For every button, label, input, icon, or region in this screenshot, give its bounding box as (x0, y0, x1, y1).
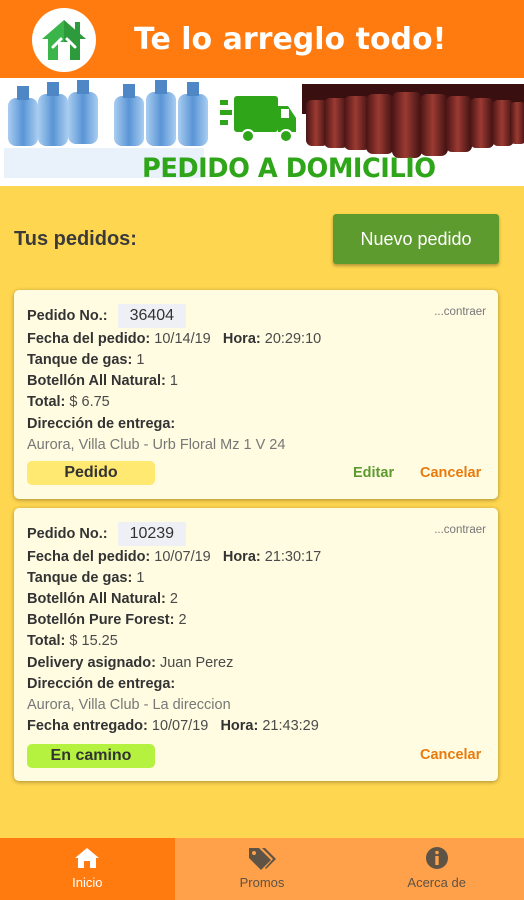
delivered-time-label: Hora: (220, 718, 259, 734)
delivery-value: Juan Perez (159, 655, 234, 671)
delivery-row: Delivery asignado: Juan Perez (27, 655, 233, 671)
nav-label: Inicio (72, 875, 103, 890)
delivered-row: Fecha entregado: 10/07/19 Hora: 21:43:29 (27, 718, 319, 734)
nav-label: Acerca de (407, 875, 466, 890)
address-label-text: Dirección de entrega: (27, 676, 176, 692)
order-number-label: Pedido No.: (27, 526, 108, 542)
order-date-value: 10/07/19 (154, 549, 211, 565)
item-label: Tanque de gas: (27, 352, 133, 368)
order-time-value: 21:30:17 (264, 549, 322, 565)
app-bar: Te lo arreglo todo! (0, 0, 524, 78)
nav-item-inicio[interactable]: Inicio (0, 838, 175, 900)
order-date-label: Fecha del pedido: (27, 331, 151, 347)
item-row: Tanque de gas: 1 (27, 570, 144, 586)
app-title: Te lo arreglo todo! (134, 22, 447, 57)
order-number-value: 10239 (117, 522, 187, 546)
nav-item-acerca[interactable]: Acerca de (349, 838, 524, 900)
order-card: Pedido No.: 36404 ...contraer Fecha del p… (14, 290, 498, 499)
cancel-button[interactable]: Cancelar (420, 465, 481, 481)
item-row: Botellón All Natural: 1 (27, 373, 178, 389)
total-label: Total: (27, 633, 66, 649)
delivered-time-value: 21:43:29 (262, 718, 319, 734)
nav-label: Promos (239, 875, 285, 890)
collapse-link[interactable]: ...contraer (434, 524, 486, 536)
address-label: Dirección de entrega: (27, 416, 175, 432)
order-time-label: Hora: (222, 549, 261, 565)
item-label: Botellón All Natural: (27, 373, 166, 389)
banner-text: PEDIDO A DOMICILIO (142, 153, 436, 184)
app-logo (32, 8, 96, 72)
bottom-nav: Inicio Promos Acerca de (0, 838, 524, 900)
home-icon (75, 848, 100, 868)
item-label: Tanque de gas: (27, 570, 133, 586)
item-row: Tanque de gas: 1 (27, 352, 144, 368)
order-date-row: Fecha del pedido: 10/07/19 Hora: 21:30:1… (27, 549, 321, 565)
tags-icon (249, 848, 276, 870)
item-row: Botellón All Natural: 2 (27, 591, 178, 607)
order-time-value: 20:29:10 (264, 331, 322, 347)
order-date-value: 10/14/19 (154, 331, 211, 347)
order-time-label: Hora: (222, 331, 261, 347)
item-qty: 2 (169, 591, 178, 607)
order-date-row: Fecha del pedido: 10/14/19 Hora: 20:29:1… (27, 331, 321, 347)
delivery-label: Delivery asignado: (27, 655, 156, 671)
info-icon (425, 847, 448, 869)
order-number-row: Pedido No.: 10239 (27, 522, 187, 546)
address-label: Dirección de entrega: (27, 676, 175, 692)
order-number-value: 36404 (117, 304, 187, 328)
order-date-label: Fecha del pedido: (27, 549, 151, 565)
nav-item-promos[interactable]: Promos (174, 838, 350, 900)
total-row: Total: $ 15.25 (27, 633, 118, 649)
item-qty: 1 (136, 570, 145, 586)
orders-heading: Tus pedidos: (14, 228, 137, 250)
delivery-banner: PEDIDO A DOMICILIO (0, 78, 524, 186)
total-label: Total: (27, 394, 66, 410)
total-value: $ 6.75 (69, 394, 110, 410)
new-order-button[interactable]: Nuevo pedido (333, 214, 499, 264)
item-label: Botellón All Natural: (27, 591, 166, 607)
truck-icon (220, 96, 296, 143)
edit-button[interactable]: Editar (353, 465, 394, 481)
item-qty: 1 (169, 373, 178, 389)
delivered-label: Fecha entregado: (27, 718, 148, 734)
order-card: Pedido No.: 10239 ...contraer Fecha del p… (14, 508, 498, 781)
item-qty: 1 (136, 352, 145, 368)
gas-cylinders (302, 84, 524, 158)
cancel-button[interactable]: Cancelar (420, 747, 481, 763)
order-number-row: Pedido No.: 36404 (27, 304, 187, 328)
address-label-text: Dirección de entrega: (27, 416, 176, 432)
total-value: $ 15.25 (69, 633, 118, 649)
collapse-link[interactable]: ...contraer (434, 306, 486, 318)
delivered-date-value: 10/07/19 (151, 718, 209, 734)
address-value: Aurora, Villa Club - Urb Floral Mz 1 V 2… (27, 437, 286, 453)
item-qty: 2 (178, 612, 187, 628)
order-number-label: Pedido No.: (27, 308, 108, 324)
total-row: Total: $ 6.75 (27, 394, 110, 410)
status-badge: En camino (27, 744, 155, 768)
item-row: Botellón Pure Forest: 2 (27, 612, 187, 628)
house-tools-icon (42, 20, 86, 60)
item-label: Botellón Pure Forest: (27, 612, 175, 628)
status-badge: Pedido (27, 461, 155, 485)
address-value: Aurora, Villa Club - La direccion (27, 697, 231, 713)
